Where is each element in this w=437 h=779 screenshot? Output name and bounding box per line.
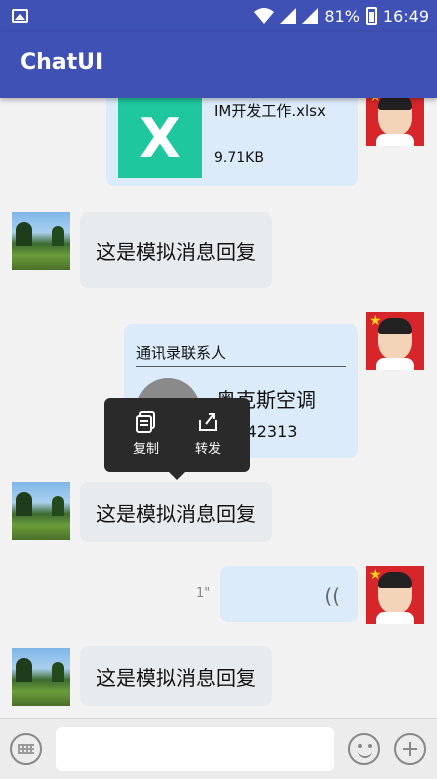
message-input[interactable] — [56, 727, 334, 771]
copy-label: 复制 — [132, 442, 159, 457]
text-message-bubble[interactable]: 这是模拟消息回复 — [80, 482, 272, 542]
my-avatar[interactable]: ★ — [366, 312, 424, 370]
status-right: 81% 16:49 — [254, 0, 429, 32]
xlsx-file-icon: X — [118, 98, 202, 178]
copy-button[interactable]: 复制 — [116, 410, 176, 466]
contact-avatar[interactable] — [12, 648, 70, 706]
signal-icon-2 — [302, 8, 319, 24]
contact-avatar[interactable] — [12, 482, 70, 540]
file-name: IM开发工作.xlsx — [214, 102, 326, 120]
voice-wave-icon: (( — [324, 584, 340, 608]
app-title: ChatUI — [20, 50, 104, 75]
image-notification-icon — [12, 9, 28, 23]
forward-button[interactable]: 转发 — [178, 410, 238, 466]
clock: 16:49 — [382, 6, 429, 26]
copy-icon — [136, 411, 155, 433]
plus-icon[interactable] — [394, 733, 426, 765]
divider — [136, 366, 346, 367]
input-bar — [0, 718, 437, 779]
contact-avatar[interactable] — [12, 212, 70, 270]
file-message-bubble[interactable]: X IM开发工作.xlsx 9.71KB — [106, 98, 358, 186]
battery-icon — [365, 7, 377, 25]
message-context-menu: 复制 转发 — [104, 398, 250, 480]
app-bar: ChatUI — [0, 32, 437, 98]
share-icon — [199, 413, 217, 431]
text-message-bubble[interactable]: 这是模拟消息回复 — [80, 212, 272, 288]
my-avatar[interactable]: ★ — [366, 98, 424, 146]
battery-percent: 81% — [324, 6, 360, 26]
keyboard-icon[interactable] — [10, 733, 42, 765]
signal-icon — [280, 8, 297, 24]
voice-duration: 1" — [196, 586, 211, 601]
text-message-bubble[interactable]: 这是模拟消息回复 — [80, 646, 272, 706]
wifi-icon — [254, 8, 275, 24]
emoji-icon[interactable] — [348, 733, 380, 765]
status-bar: 81% 16:49 — [0, 0, 437, 32]
contact-card-title: 通讯录联系人 — [136, 344, 227, 362]
voice-message-bubble[interactable]: (( — [220, 566, 358, 622]
file-size: 9.71KB — [214, 150, 264, 166]
my-avatar[interactable]: ★ — [366, 566, 424, 624]
forward-label: 转发 — [194, 442, 221, 457]
